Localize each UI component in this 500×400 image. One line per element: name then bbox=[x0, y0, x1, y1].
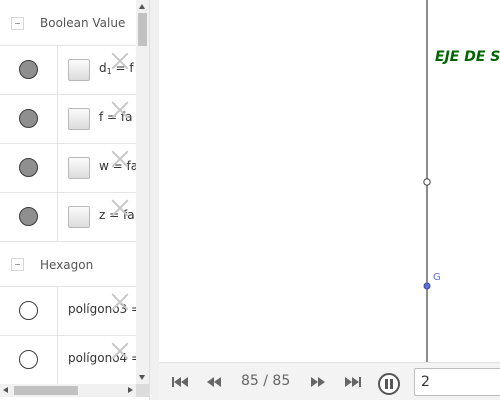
scrollbar-corner bbox=[136, 384, 149, 397]
algebra-row-poligono3[interactable]: polígono3 = bbox=[0, 286, 141, 335]
construction-step-counter: 85 / 85 bbox=[241, 373, 291, 389]
algebra-row-w[interactable]: w = fa bbox=[0, 143, 138, 192]
visibility-marble-icon[interactable] bbox=[19, 60, 38, 79]
step-forward-icon[interactable] bbox=[309, 375, 327, 389]
scroll-thumb[interactable] bbox=[14, 386, 78, 395]
visibility-marble-icon[interactable] bbox=[19, 207, 38, 226]
group-label: Boolean Value bbox=[40, 16, 126, 30]
delete-icon[interactable] bbox=[110, 292, 130, 312]
delete-icon[interactable] bbox=[110, 51, 130, 71]
algebra-row-poligono4[interactable]: polígono4 = bbox=[0, 335, 141, 384]
group-header-hexagon[interactable]: Hexagon bbox=[0, 241, 136, 287]
horizontal-scrollbar[interactable] bbox=[0, 384, 136, 397]
scroll-down-icon[interactable] bbox=[139, 375, 145, 380]
delete-icon[interactable] bbox=[110, 149, 130, 169]
visibility-marble-icon[interactable] bbox=[19, 109, 38, 128]
algebra-row-text: polígono3 = bbox=[68, 302, 142, 316]
navigation-bar: 85 / 85 2 bbox=[159, 362, 500, 400]
delete-icon[interactable] bbox=[110, 341, 130, 361]
visibility-marble-icon[interactable] bbox=[19, 350, 38, 369]
axis-title-text: EJE DE S bbox=[435, 49, 500, 65]
marble-cell bbox=[0, 144, 58, 192]
vertical-scrollbar[interactable] bbox=[136, 0, 149, 384]
point-g[interactable] bbox=[423, 282, 431, 290]
algebra-row-z[interactable]: z = fa bbox=[0, 192, 136, 241]
scroll-thumb[interactable] bbox=[138, 13, 147, 46]
play-speed-input[interactable]: 2 bbox=[414, 368, 500, 396]
algebra-view: Boolean Value d1 = f f = fa w = fa z = f… bbox=[0, 0, 149, 400]
free-point[interactable] bbox=[423, 178, 431, 186]
boolean-checkbox[interactable] bbox=[68, 59, 90, 81]
point-label-g: G bbox=[433, 272, 441, 283]
collapse-icon[interactable] bbox=[11, 258, 24, 271]
boolean-checkbox[interactable] bbox=[68, 157, 90, 179]
marble-cell bbox=[0, 193, 58, 241]
marble-cell bbox=[0, 95, 58, 143]
marble-cell bbox=[0, 46, 58, 94]
step-back-icon[interactable] bbox=[205, 375, 223, 389]
view-splitter[interactable] bbox=[149, 0, 159, 400]
delete-icon[interactable] bbox=[110, 198, 130, 218]
scroll-right-icon[interactable] bbox=[128, 387, 133, 393]
graphics-view[interactable]: G EJE DE S bbox=[159, 0, 500, 362]
skip-last-icon[interactable] bbox=[344, 375, 362, 389]
boolean-checkbox[interactable] bbox=[68, 108, 90, 130]
delete-icon[interactable] bbox=[110, 100, 130, 120]
pause-icon[interactable] bbox=[378, 373, 400, 395]
algebra-row-f[interactable]: f = fa bbox=[0, 94, 136, 143]
collapse-icon[interactable] bbox=[11, 16, 24, 30]
boolean-checkbox[interactable] bbox=[68, 206, 90, 228]
group-label: Hexagon bbox=[40, 257, 94, 272]
scroll-up-icon[interactable] bbox=[139, 4, 145, 9]
algebra-row-text: polígono4 = bbox=[68, 351, 142, 365]
marble-cell bbox=[0, 336, 58, 384]
algebra-row-d1[interactable]: d1 = f bbox=[0, 45, 136, 94]
group-header-boolean-value[interactable]: Boolean Value bbox=[0, 0, 136, 46]
scroll-left-icon[interactable] bbox=[3, 387, 8, 393]
marble-cell bbox=[0, 287, 58, 335]
visibility-marble-icon[interactable] bbox=[19, 301, 38, 320]
visibility-marble-icon[interactable] bbox=[19, 158, 38, 177]
skip-first-icon[interactable] bbox=[171, 375, 189, 389]
